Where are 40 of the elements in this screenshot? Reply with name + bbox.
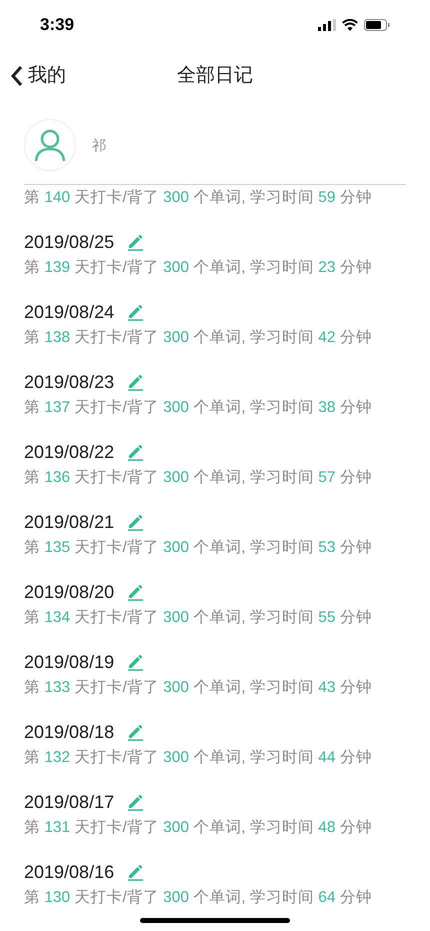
entry-summary: 第 139 天打卡/背了 300 个单词, 学习时间 23 分钟 — [24, 258, 373, 278]
entry-date: 2019/08/23 — [24, 370, 114, 394]
pencil-icon[interactable] — [126, 793, 144, 811]
entry-summary: 第 136 天打卡/背了 300 个单词, 学习时间 57 分钟 — [24, 468, 373, 488]
pencil-icon[interactable] — [126, 653, 144, 671]
pencil-icon[interactable] — [126, 233, 144, 251]
entry-summary: 第 132 天打卡/背了 300 个单词, 学习时间 44 分钟 — [24, 748, 373, 768]
entry-summary: 第 130 天打卡/背了 300 个单词, 学习时间 64 分钟 — [24, 888, 373, 908]
pencil-icon[interactable] — [126, 513, 144, 531]
entry-date: 2019/08/22 — [24, 440, 114, 464]
pencil-icon[interactable] — [126, 303, 144, 321]
pencil-icon[interactable] — [126, 373, 144, 391]
user-name: 祁 — [92, 136, 106, 154]
entry-date: 2019/08/16 — [24, 860, 114, 884]
entry-summary: 第 133 天打卡/背了 300 个单词, 学习时间 43 分钟 — [24, 678, 373, 698]
user-icon — [34, 128, 66, 162]
entry-summary: 第 134 天打卡/背了 300 个单词, 学习时间 55 分钟 — [24, 608, 373, 628]
pencil-icon[interactable] — [126, 443, 144, 461]
entry-date: 2019/08/19 — [24, 650, 114, 674]
signal-icon — [318, 19, 336, 31]
entry-summary: 第 131 天打卡/背了 300 个单词, 学习时间 48 分钟 — [24, 818, 373, 838]
entry-date: 2019/08/20 — [24, 580, 114, 604]
entry-date: 2019/08/24 — [24, 300, 114, 324]
entry-summary: 第 135 天打卡/背了 300 个单词, 学习时间 53 分钟 — [24, 538, 373, 558]
pencil-icon[interactable] — [126, 723, 144, 741]
entry-date: 2019/08/25 — [24, 230, 114, 254]
pencil-icon[interactable] — [126, 863, 144, 881]
pencil-icon[interactable] — [126, 583, 144, 601]
entry-summary: 第 138 天打卡/背了 300 个单词, 学习时间 42 分钟 — [24, 328, 373, 348]
status-time: 3:39 — [40, 14, 74, 36]
back-button[interactable]: 我的 — [0, 62, 66, 90]
back-chevron-icon — [10, 65, 24, 87]
entry-date: 2019/08/21 — [24, 510, 114, 534]
battery-icon — [364, 19, 390, 31]
page-title: 全部日记 — [177, 64, 253, 88]
entry-summary: 第 140 天打卡/背了 300 个单词, 学习时间 59 分钟 — [24, 188, 373, 208]
entry-date: 2019/08/17 — [24, 790, 114, 814]
entry-summary: 第 137 天打卡/背了 300 个单词, 学习时间 38 分钟 — [24, 398, 373, 418]
wifi-icon — [342, 19, 358, 31]
entry-date: 2019/08/18 — [24, 720, 114, 744]
